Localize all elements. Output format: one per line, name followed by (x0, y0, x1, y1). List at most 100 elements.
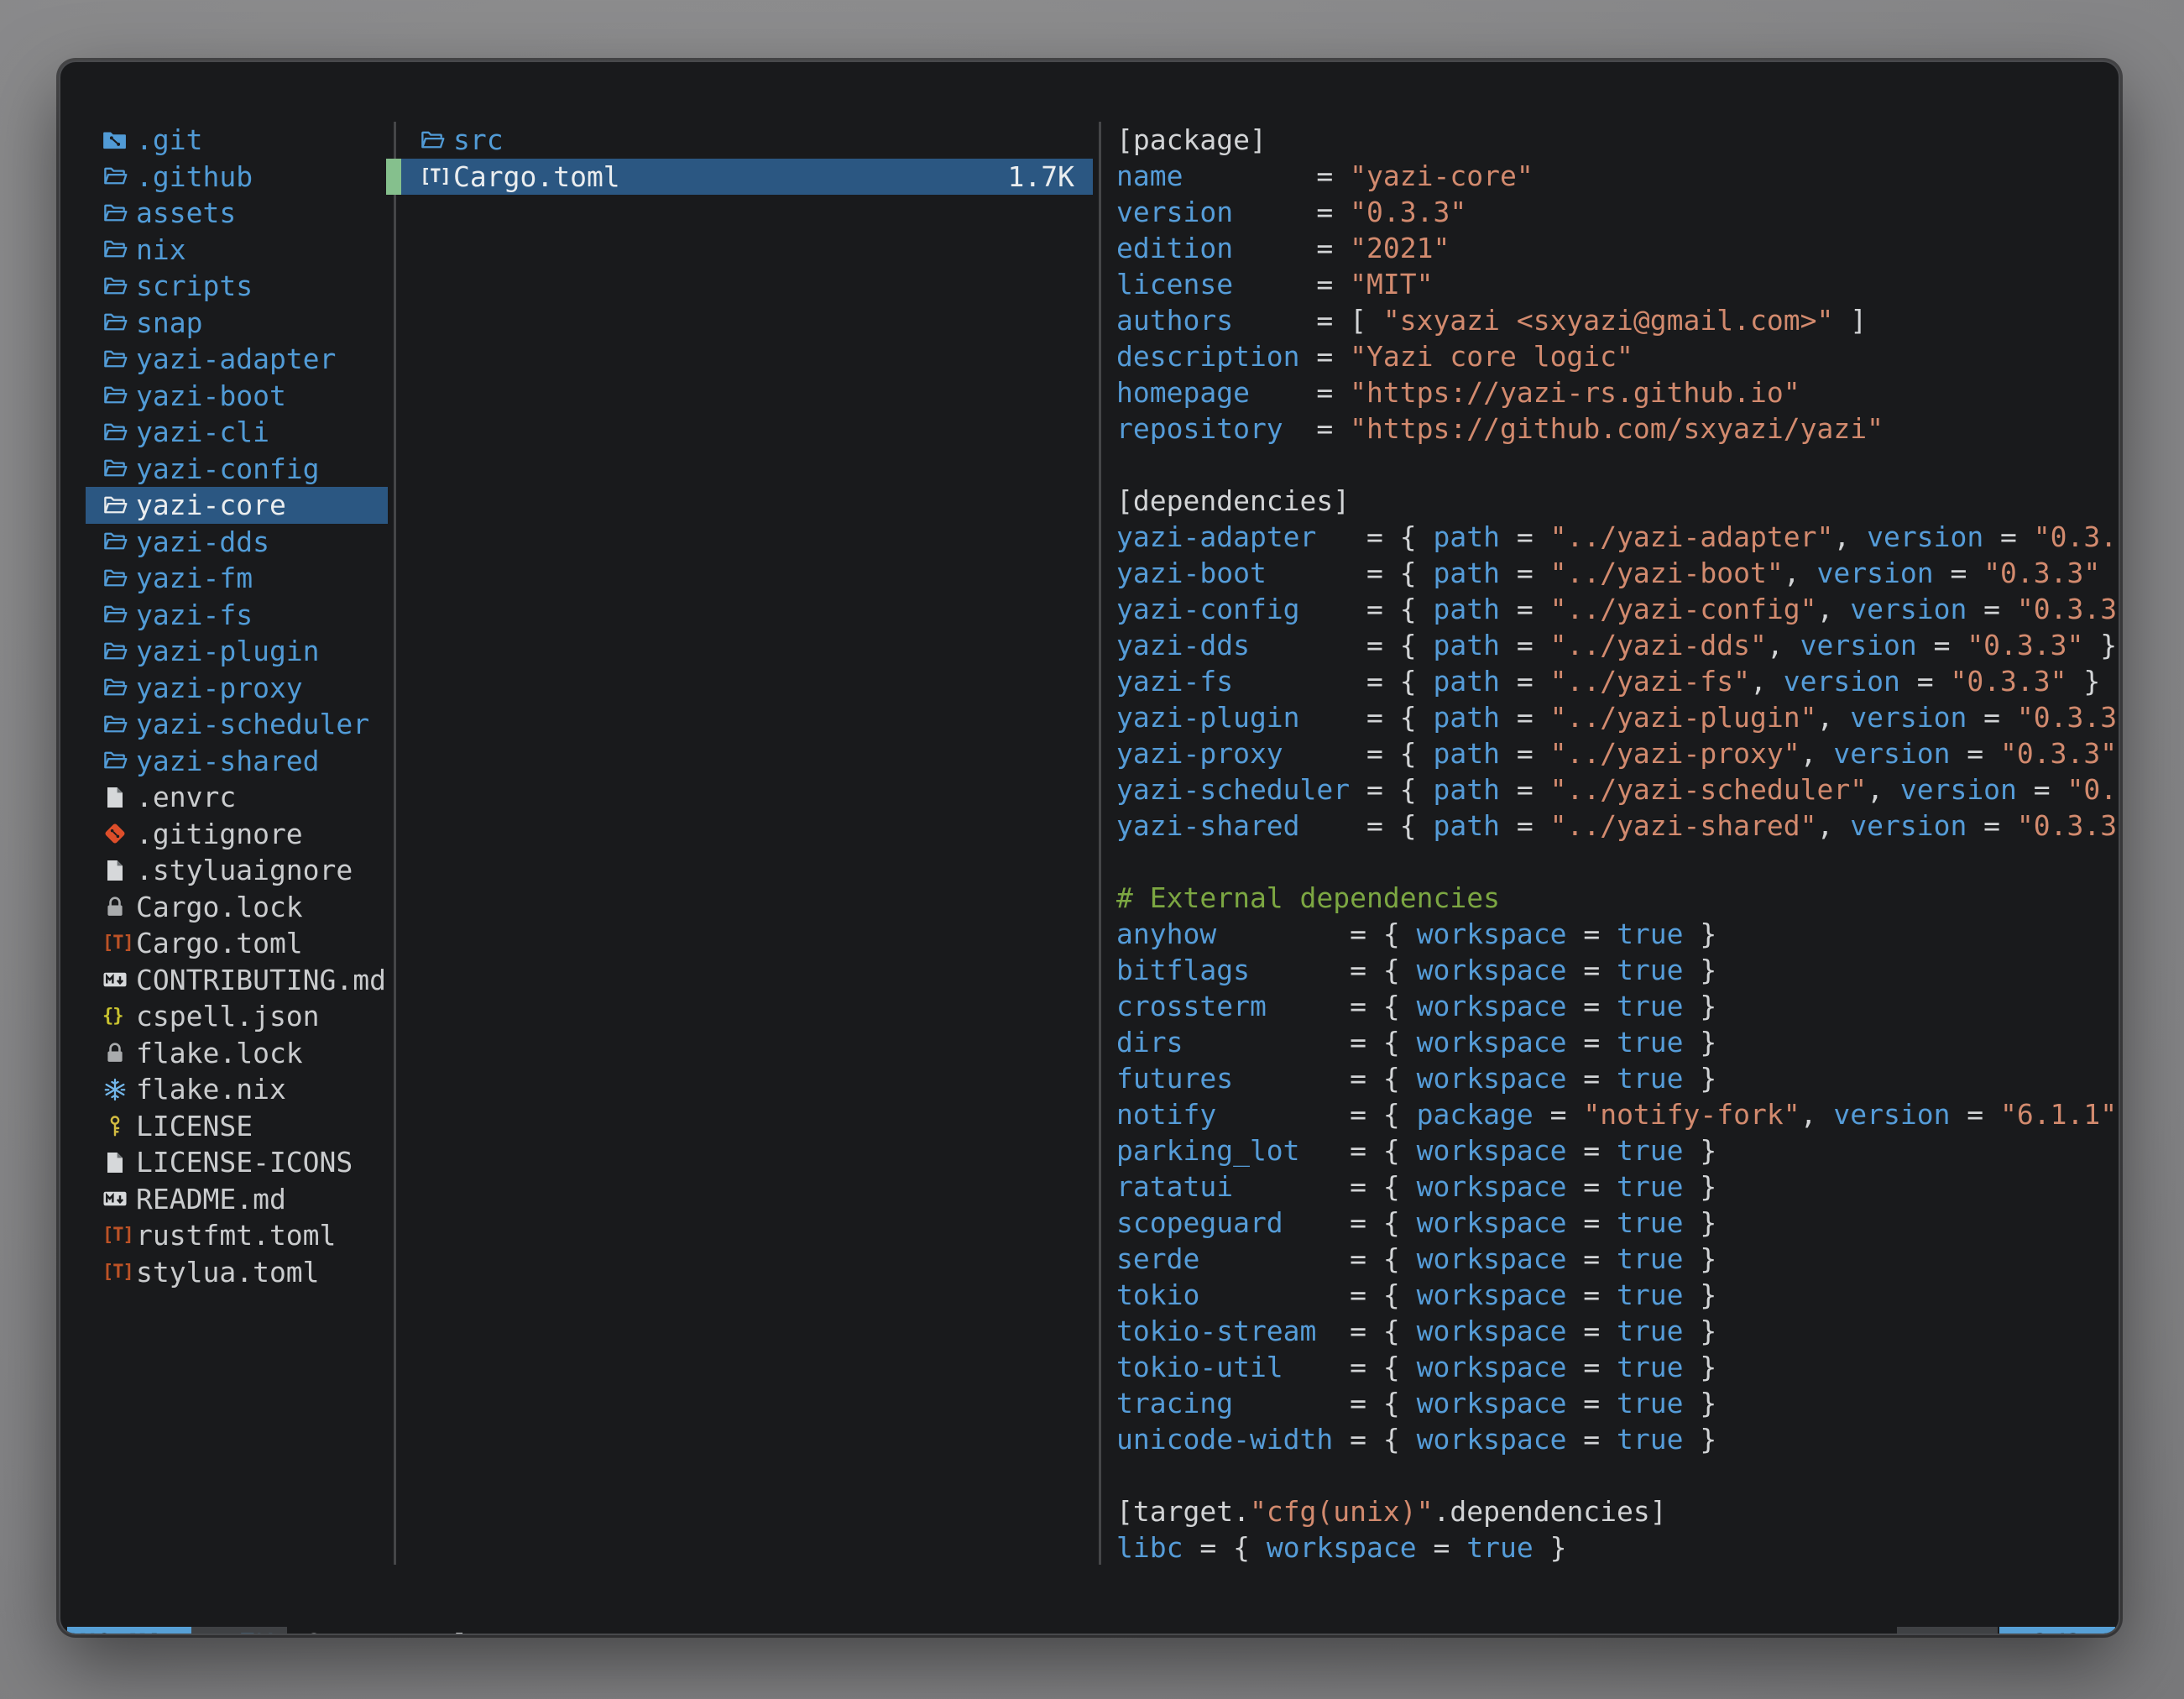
file-name-label: CONTRIBUTING.md (136, 964, 386, 996)
toml-icon: [T] (102, 933, 136, 954)
file-row[interactable]: yazi-scheduler (86, 706, 388, 743)
code-line: libc = { workspace = true } (1116, 1529, 2119, 1565)
file-row[interactable]: scripts (86, 268, 388, 305)
file-row[interactable]: LICENSE-ICONS (86, 1144, 388, 1181)
file-row[interactable]: CONTRIBUTING.md (86, 962, 388, 999)
folder-open-icon (102, 639, 136, 664)
file-name-label: Cargo.lock (136, 891, 303, 923)
git-icon (102, 821, 136, 846)
code-line: version = "0.3.3" (1116, 194, 2119, 230)
scroll-position-indicator: Bot (1897, 1627, 1998, 1634)
code-line: repository = "https://github.com/sxyazi/… (1116, 410, 2119, 447)
folder-open-icon (102, 347, 136, 372)
file-name-label: nix (136, 233, 186, 266)
file-row[interactable]: yazi-dds (86, 524, 388, 561)
file-row[interactable]: LICENSE (86, 1108, 388, 1145)
key-icon (102, 1113, 136, 1138)
file-name-label: assets (136, 196, 236, 229)
lock-icon (102, 1040, 136, 1065)
file-name-label: flake.lock (136, 1037, 303, 1069)
folder-open-icon (102, 201, 136, 226)
file-row[interactable]: [T] stylua.toml (86, 1254, 388, 1291)
file-name-label: src (453, 123, 504, 156)
code-line: license = "MIT" (1116, 266, 2119, 302)
parent-directory-pane: .git .github assets nix scripts snap yaz… (86, 122, 388, 1290)
code-line: tokio-util = { workspace = true } (1116, 1349, 2119, 1385)
file-row[interactable]: .github (86, 159, 388, 196)
code-line: futures = { workspace = true } (1116, 1060, 2119, 1096)
file-name-label: yazi-adapter (136, 342, 336, 375)
code-line: yazi-shared = { path = "../yazi-shared",… (1116, 808, 2119, 844)
file-row[interactable]: README.md (86, 1181, 388, 1218)
file-row[interactable]: yazi-core (86, 487, 388, 524)
toml-icon: [T] (102, 1262, 136, 1283)
code-line (1116, 1457, 2119, 1493)
file-row[interactable]: assets (86, 195, 388, 232)
file-row[interactable]: .gitignore (86, 816, 388, 853)
code-line: bitflags = { workspace = true } (1116, 952, 2119, 988)
file-name-label: flake.nix (136, 1073, 286, 1106)
file-row[interactable]: .git (86, 122, 388, 159)
file-row[interactable]: .envrc (86, 779, 388, 816)
file-row[interactable]: yazi-fs (86, 597, 388, 634)
code-line: notify = { package = "notify-fork", vers… (1116, 1096, 2119, 1132)
file-name-label: yazi-plugin (136, 635, 320, 667)
file-icon (102, 858, 136, 883)
folder-open-icon (102, 274, 136, 299)
file-name-label: yazi-config (136, 452, 320, 485)
desktop-background: { "app": "yazi-file-manager", "colors": … (0, 0, 2184, 1699)
file-name-label: .styluaignore (136, 854, 353, 886)
file-row[interactable]: yazi-fm (86, 560, 388, 597)
folder-open-icon (102, 237, 136, 262)
file-row[interactable]: yazi-boot (86, 378, 388, 415)
file-row[interactable]: [T] Cargo.toml 1.7K (386, 159, 1093, 196)
folder-open-icon (420, 128, 453, 153)
cursor-position-indicator: 2/2 (1999, 1627, 2115, 1634)
file-icon (102, 1150, 136, 1175)
file-name-label: LICENSE-ICONS (136, 1146, 353, 1179)
code-line: [package] (1116, 122, 2119, 158)
toml-icon: [T] (420, 166, 453, 187)
file-row[interactable]: yazi-adapter (86, 341, 388, 378)
file-row[interactable]: yazi-proxy (86, 670, 388, 707)
folder-open-icon (102, 748, 136, 773)
file-row[interactable]: Cargo.lock (86, 889, 388, 926)
folder-open-icon (102, 493, 136, 518)
file-name-label: .envrc (136, 781, 236, 813)
file-name-label: .gitignore (136, 818, 303, 850)
code-line: yazi-fs = { path = "../yazi-fs", version… (1116, 663, 2119, 699)
file-row[interactable]: snap (86, 305, 388, 342)
file-name-label: yazi-fs (136, 599, 253, 631)
file-row[interactable]: flake.nix (86, 1071, 388, 1108)
file-name-label: LICENSE (136, 1110, 253, 1142)
code-line: # External dependencies (1116, 880, 2119, 916)
current-directory-pane: src [T] Cargo.toml 1.7K (386, 122, 1093, 195)
code-line: ratatui = { workspace = true } (1116, 1168, 2119, 1205)
file-row[interactable]: .styluaignore (86, 852, 388, 889)
code-line: yazi-boot = { path = "../yazi-boot", ver… (1116, 555, 2119, 591)
file-name-label: yazi-boot (136, 379, 286, 412)
file-row[interactable]: yazi-config (86, 451, 388, 488)
file-row[interactable]: {} cspell.json (86, 998, 388, 1035)
code-line: [target."cfg(unix)".dependencies] (1116, 1493, 2119, 1529)
file-icon (102, 785, 136, 810)
file-name-label: yazi-core (136, 489, 286, 521)
file-row[interactable]: [T] rustfmt.toml (86, 1217, 388, 1254)
file-row[interactable]: nix (86, 232, 388, 269)
code-line: yazi-dds = { path = "../yazi-dds", versi… (1116, 627, 2119, 663)
code-line: tokio-stream = { workspace = true } (1116, 1313, 2119, 1349)
lock-icon (102, 894, 136, 919)
file-size-indicator: 1.7K (191, 1627, 287, 1634)
file-row[interactable]: yazi-shared (86, 743, 388, 780)
file-row[interactable]: yazi-cli (86, 414, 388, 451)
file-name-label: .github (136, 160, 253, 193)
file-row[interactable]: yazi-plugin (86, 633, 388, 670)
file-row[interactable]: flake.lock (86, 1035, 388, 1072)
code-line: yazi-plugin = { path = "../yazi-plugin",… (1116, 699, 2119, 735)
file-name-label: stylua.toml (136, 1256, 320, 1289)
folder-open-icon (102, 164, 136, 189)
file-row[interactable]: [T] Cargo.toml (86, 925, 388, 962)
file-name-label: rustfmt.toml (136, 1219, 336, 1252)
file-row[interactable]: src (386, 122, 1093, 159)
code-line: name = "yazi-core" (1116, 158, 2119, 194)
